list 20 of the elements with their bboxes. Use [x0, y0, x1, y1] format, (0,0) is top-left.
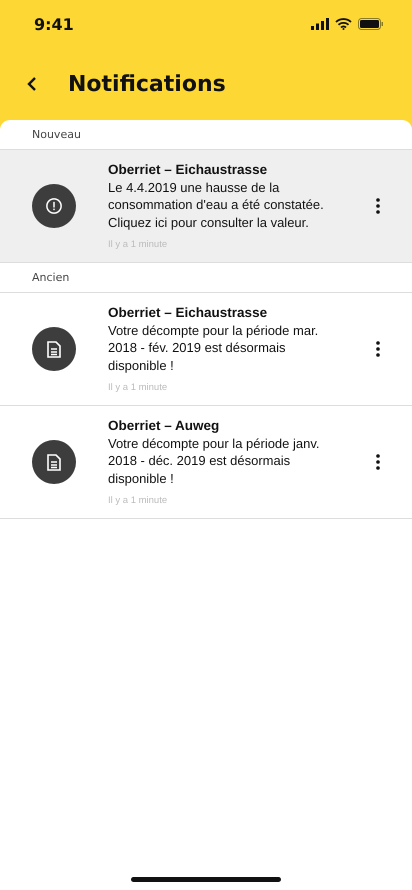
back-icon [26, 76, 38, 92]
exclamation-circle-icon [45, 197, 63, 215]
notification-body: Le 4.4.2019 une hausse de la consommation d'eau a été constatée. Cliquez ici pour consulter la valeur. [108, 178, 325, 232]
more-icon [376, 454, 380, 470]
notification-title: Oberriet – Eichaustrasse [108, 162, 268, 177]
battery-icon [358, 18, 384, 30]
document-icon [47, 454, 61, 470]
notification-body: Votre décompte pour la période mar. 2018 - fév. 2019 est désormais disponible ! [108, 322, 320, 374]
notification-body: Votre décompte pour la période janv. 2018 - déc. 2019 est désormais disponible ! [108, 434, 321, 488]
more-icon [376, 198, 380, 214]
status-time: 9:41 [34, 14, 74, 34]
signal-icon [311, 18, 329, 30]
document-icon [47, 340, 61, 358]
notification-time: Il y a 1 minute [108, 495, 168, 506]
notification-title: Oberriet – Auweg [108, 418, 220, 433]
page-title: Notifications [68, 72, 226, 96]
notification-time: Il y a 1 minute [108, 382, 168, 394]
wifi-icon [335, 18, 352, 30]
more-icon [376, 341, 380, 357]
notification-title: Oberriet – Eichaustrasse [108, 304, 268, 320]
